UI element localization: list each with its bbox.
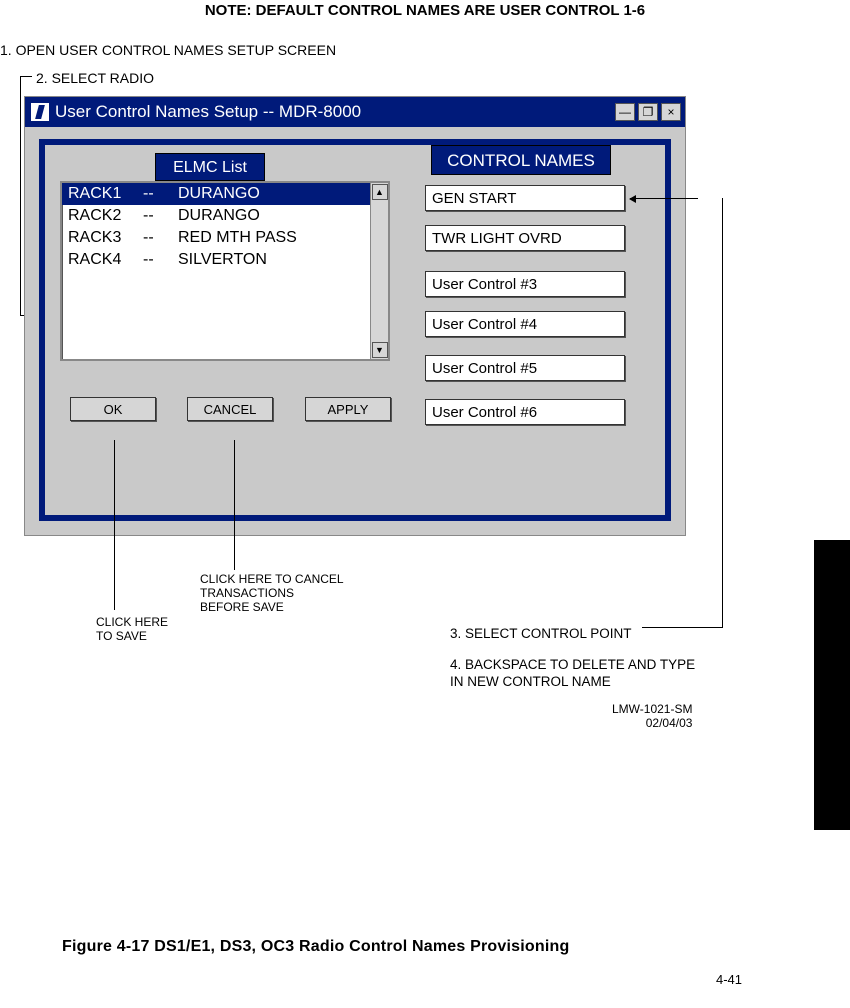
list-row[interactable]: RACK3 -- RED MTH PASS [62,227,370,249]
list-cell-rack: RACK1 [68,185,143,203]
dialog-titlebar: User Control Names Setup -- MDR-8000 — ❐… [25,97,685,127]
gen-start-leader [630,198,698,199]
control-names-header: CONTROL NAMES [431,145,611,175]
cancel-callout: CLICK HERE TO CANCEL TRANSACTIONS BEFORE… [200,572,344,614]
scroll-down-icon[interactable]: ▼ [372,342,388,358]
elmc-list-area: RACK1 -- DURANGO RACK2 -- DURANGO RACK3 … [62,183,370,359]
step-4: 4. BACKSPACE TO DELETE AND TYPE IN NEW C… [450,656,710,690]
step-2-text: 2. SELECT RADIO [36,70,154,86]
gen-start-leader-vert [722,198,723,628]
list-cell-sep: -- [143,251,178,269]
list-cell-rack: RACK4 [68,251,143,269]
ok-button[interactable]: OK [70,397,156,421]
window-buttons: — ❐ × [612,103,685,121]
note-default-control-names: NOTE: DEFAULT CONTROL NAMES ARE USER CON… [0,2,850,19]
doc-id-code: LMW-1021-SM [612,702,692,716]
cancel-leader-line [234,440,235,570]
step-1: 1. OPEN USER CONTROL NAMES SETUP SCREEN [0,42,336,58]
apply-button[interactable]: APPLY [305,397,391,421]
list-cell-site: SILVERTON [178,251,370,269]
step-2-label: 2. SELECT RADIO [36,70,154,86]
cancel-button[interactable]: CANCEL [187,397,273,421]
list-scrollbar[interactable]: ▲ ▼ [370,183,388,359]
list-cell-rack: RACK3 [68,229,143,247]
list-row[interactable]: RACK2 -- DURANGO [62,205,370,227]
doc-id-date: 02/04/03 [612,716,692,730]
gen-start-leader-bot [642,627,722,628]
close-button[interactable]: × [661,103,681,121]
control-name-field-5[interactable]: User Control #5 [425,355,625,381]
minimize-button[interactable]: — [615,103,635,121]
figure-caption: Figure 4-17 DS1/E1, DS3, OC3 Radio Contr… [62,938,569,956]
user-control-names-dialog: User Control Names Setup -- MDR-8000 — ❐… [24,96,686,536]
maximize-button[interactable]: ❐ [638,103,658,121]
control-name-field-3[interactable]: User Control #3 [425,271,625,297]
scroll-up-icon[interactable]: ▲ [372,184,388,200]
list-cell-sep: -- [143,229,178,247]
dialog-title: User Control Names Setup -- MDR-8000 [55,102,361,122]
list-cell-sep: -- [143,185,178,203]
app-icon [31,103,49,121]
control-name-field-1[interactable]: GEN START [425,185,625,211]
doc-id: LMW-1021-SM 02/04/03 [612,702,692,730]
list-cell-site: DURANGO [178,207,370,225]
list-row[interactable]: RACK1 -- DURANGO [62,183,370,205]
list-cell-site: RED MTH PASS [178,229,370,247]
list-row[interactable]: RACK4 -- SILVERTON [62,249,370,271]
ok-leader-line [114,440,115,610]
elmc-list-header: ELMC List [155,153,265,181]
page-thumb-tab [814,540,850,830]
control-name-field-4[interactable]: User Control #4 [425,311,625,337]
list-cell-site: DURANGO [178,185,370,203]
list-cell-rack: RACK2 [68,207,143,225]
list-cell-sep: -- [143,207,178,225]
control-name-field-6[interactable]: User Control #6 [425,399,625,425]
elmc-listbox[interactable]: RACK1 -- DURANGO RACK2 -- DURANGO RACK3 … [60,181,390,361]
ok-callout: CLICK HERE TO SAVE [96,615,168,643]
step-3: 3. SELECT CONTROL POINT [450,626,632,641]
page-number: 4-41 [716,972,742,987]
control-name-field-2[interactable]: TWR LIGHT OVRD [425,225,625,251]
